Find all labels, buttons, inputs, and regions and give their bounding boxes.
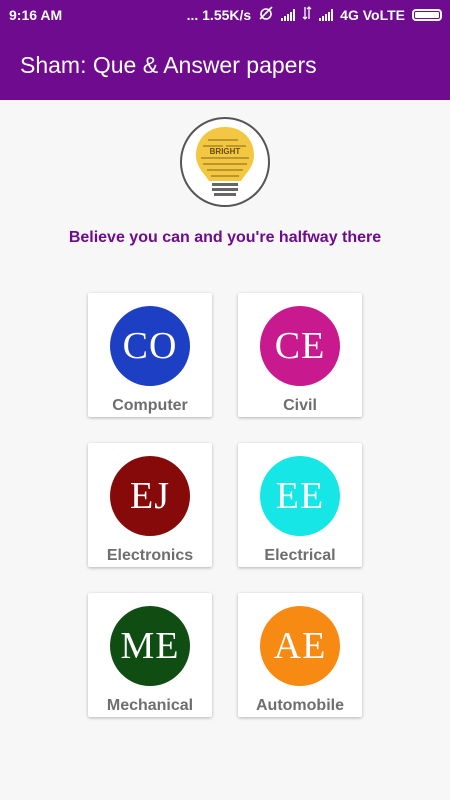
status-time: 9:16 AM (9, 7, 63, 23)
lightbulb-icon: BRIGHT (196, 127, 254, 196)
battery-icon (412, 8, 442, 21)
status-icons: ... 1.55K/s 4G VoLTE (187, 6, 442, 23)
status-bar: 9:16 AM ... 1.55K/s 4G VoLTE (0, 0, 450, 30)
branch-label: Mechanical (106, 697, 194, 714)
alarm-off-icon (258, 6, 274, 23)
branch-badge: CO (110, 306, 190, 386)
data-transfer-icon (302, 6, 312, 23)
branch-card-computer[interactable]: CO Computer (88, 293, 212, 417)
network-speed: ... 1.55K/s (186, 6, 252, 23)
signal-icon (281, 8, 296, 21)
branch-card-automobile[interactable]: AE Automobile (238, 593, 362, 717)
branch-card-electronics[interactable]: EJ Electronics (88, 443, 212, 567)
branch-label: Electrical (264, 547, 336, 564)
branch-badge: EE (260, 456, 340, 536)
branch-badge: AE (260, 606, 340, 686)
branch-badge: EJ (110, 456, 190, 536)
branch-card-electrical[interactable]: EE Electrical (238, 443, 362, 567)
branch-label: Automobile (256, 697, 344, 714)
branch-card-civil[interactable]: CE Civil (238, 293, 362, 417)
app-bar: Sham: Que & Answer papers (0, 30, 450, 100)
branch-badge: ME (110, 606, 190, 686)
app-title: Sham: Que & Answer papers (20, 52, 317, 78)
app-logo: BRIGHT (180, 117, 270, 207)
signal-icon (319, 8, 334, 21)
branch-label: Electronics (106, 547, 194, 564)
branch-badge: CE (260, 306, 340, 386)
network-type: 4G VoLTE (340, 6, 405, 23)
branch-card-mechanical[interactable]: ME Mechanical (88, 593, 212, 717)
logo-text: BRIGHT (210, 147, 241, 156)
motivational-quote: Believe you can and you're halfway there (68, 229, 382, 246)
branch-label: Computer (112, 397, 188, 414)
branch-label: Civil (283, 397, 317, 414)
